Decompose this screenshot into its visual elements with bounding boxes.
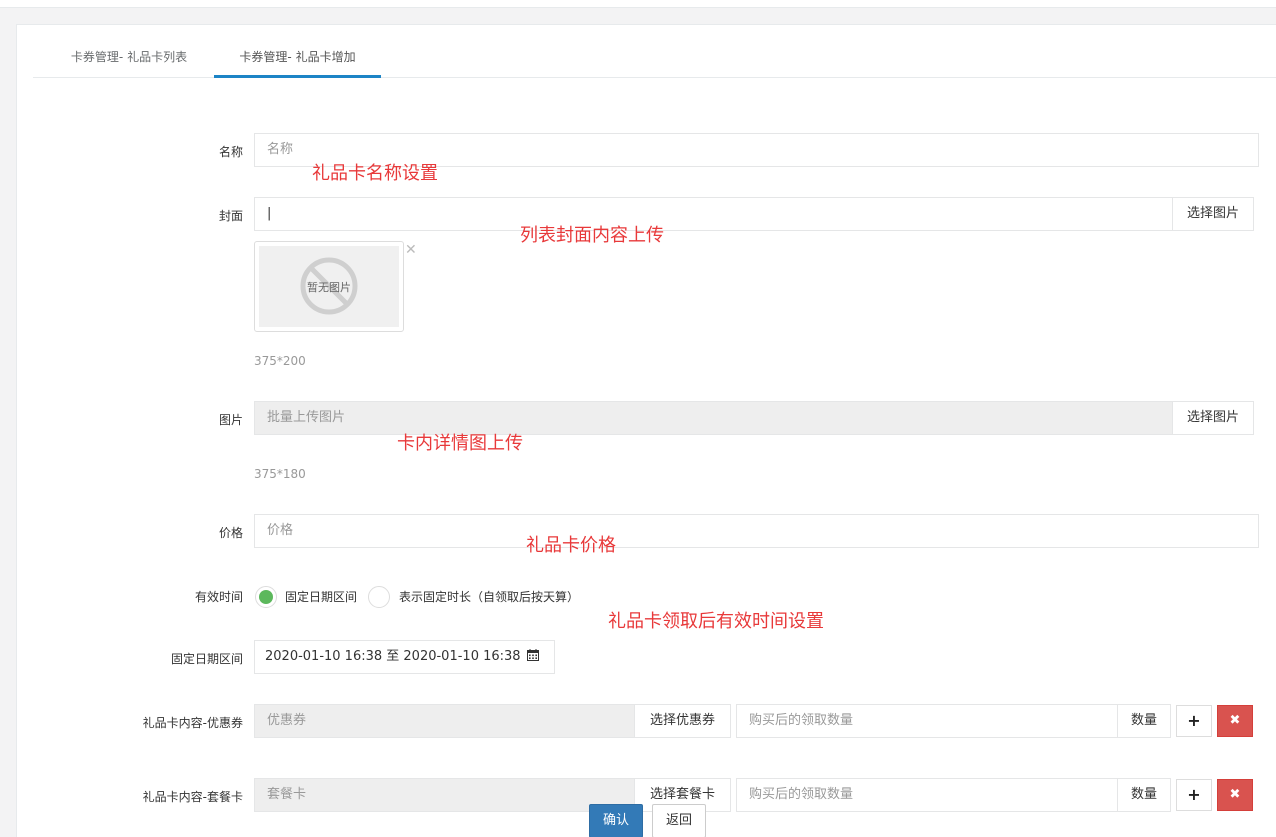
coupon-label: 礼品卡内容-优惠券: [142, 716, 243, 730]
images-annotation: 卡内详情图上传: [397, 433, 523, 454]
confirm-button[interactable]: 确认: [589, 804, 643, 837]
name-label: 名称: [218, 145, 243, 159]
radio-fixed-duration[interactable]: [368, 586, 390, 608]
tab-gift-card-list[interactable]: 卡券管理- 礼品卡列表: [49, 37, 209, 78]
select-coupon-button[interactable]: 选择优惠券: [634, 704, 731, 738]
valid-time-annotation: 礼品卡领取后有效时间设置: [608, 611, 824, 632]
price-label: 价格: [218, 526, 243, 540]
cover-thumbnail: 暂无图片: [254, 241, 404, 332]
back-button[interactable]: 返回: [652, 804, 706, 837]
tab-gift-card-add[interactable]: 卡券管理- 礼品卡增加: [214, 37, 381, 78]
add-package-button[interactable]: +: [1176, 779, 1212, 811]
package-quantity-label: 数量: [1117, 778, 1171, 812]
top-bar: [0, 0, 1276, 8]
cover-input[interactable]: |: [254, 197, 1173, 231]
no-image-placeholder: 暂无图片: [259, 246, 399, 327]
coupon-quantity-label: 数量: [1117, 704, 1171, 738]
cover-annotation: 列表封面内容上传: [520, 225, 664, 246]
fixed-range-label: 固定日期区间: [170, 652, 243, 666]
cover-select-image-button[interactable]: 选择图片: [1172, 197, 1254, 231]
cover-size-hint: 375*200: [254, 354, 306, 368]
coupon-quantity-input[interactable]: 购买后的领取数量: [736, 704, 1118, 738]
calendar-icon: [526, 649, 539, 661]
images-select-image-button[interactable]: 选择图片: [1172, 401, 1254, 435]
valid-time-label: 有效时间: [194, 590, 243, 604]
fixed-range-input[interactable]: 2020-01-10 16:38 至 2020-01-10 16:38: [254, 640, 555, 674]
price-annotation: 礼品卡价格: [526, 535, 616, 556]
remove-coupon-button[interactable]: ✖: [1217, 705, 1253, 737]
main-panel: 卡券管理- 礼品卡列表 卡券管理- 礼品卡增加 名称 名称 礼品卡名称设置 封面…: [16, 24, 1276, 837]
package-input[interactable]: 套餐卡: [254, 778, 635, 812]
package-quantity-input[interactable]: 购买后的领取数量: [736, 778, 1118, 812]
images-size-hint: 375*180: [254, 467, 306, 481]
cover-label: 封面: [218, 209, 243, 223]
package-label: 礼品卡内容-套餐卡: [142, 790, 243, 804]
tab-bar: 卡券管理- 礼品卡列表 卡券管理- 礼品卡增加: [33, 37, 1276, 78]
remove-cover-icon[interactable]: ✕: [405, 242, 417, 258]
add-coupon-button[interactable]: +: [1176, 705, 1212, 737]
radio-fixed-duration-label: 表示固定时长（自领取后按天算）: [399, 590, 580, 604]
price-input[interactable]: 价格: [254, 514, 1259, 548]
radio-fixed-date-range[interactable]: [255, 586, 277, 608]
images-label: 图片: [218, 413, 243, 427]
radio-fixed-date-range-label: 固定日期区间: [285, 590, 358, 604]
no-image-text: 暂无图片: [307, 281, 351, 294]
coupon-input[interactable]: 优惠券: [254, 704, 635, 738]
images-input[interactable]: 批量上传图片: [254, 401, 1173, 435]
remove-package-button[interactable]: ✖: [1217, 779, 1253, 811]
name-annotation: 礼品卡名称设置: [312, 163, 438, 184]
